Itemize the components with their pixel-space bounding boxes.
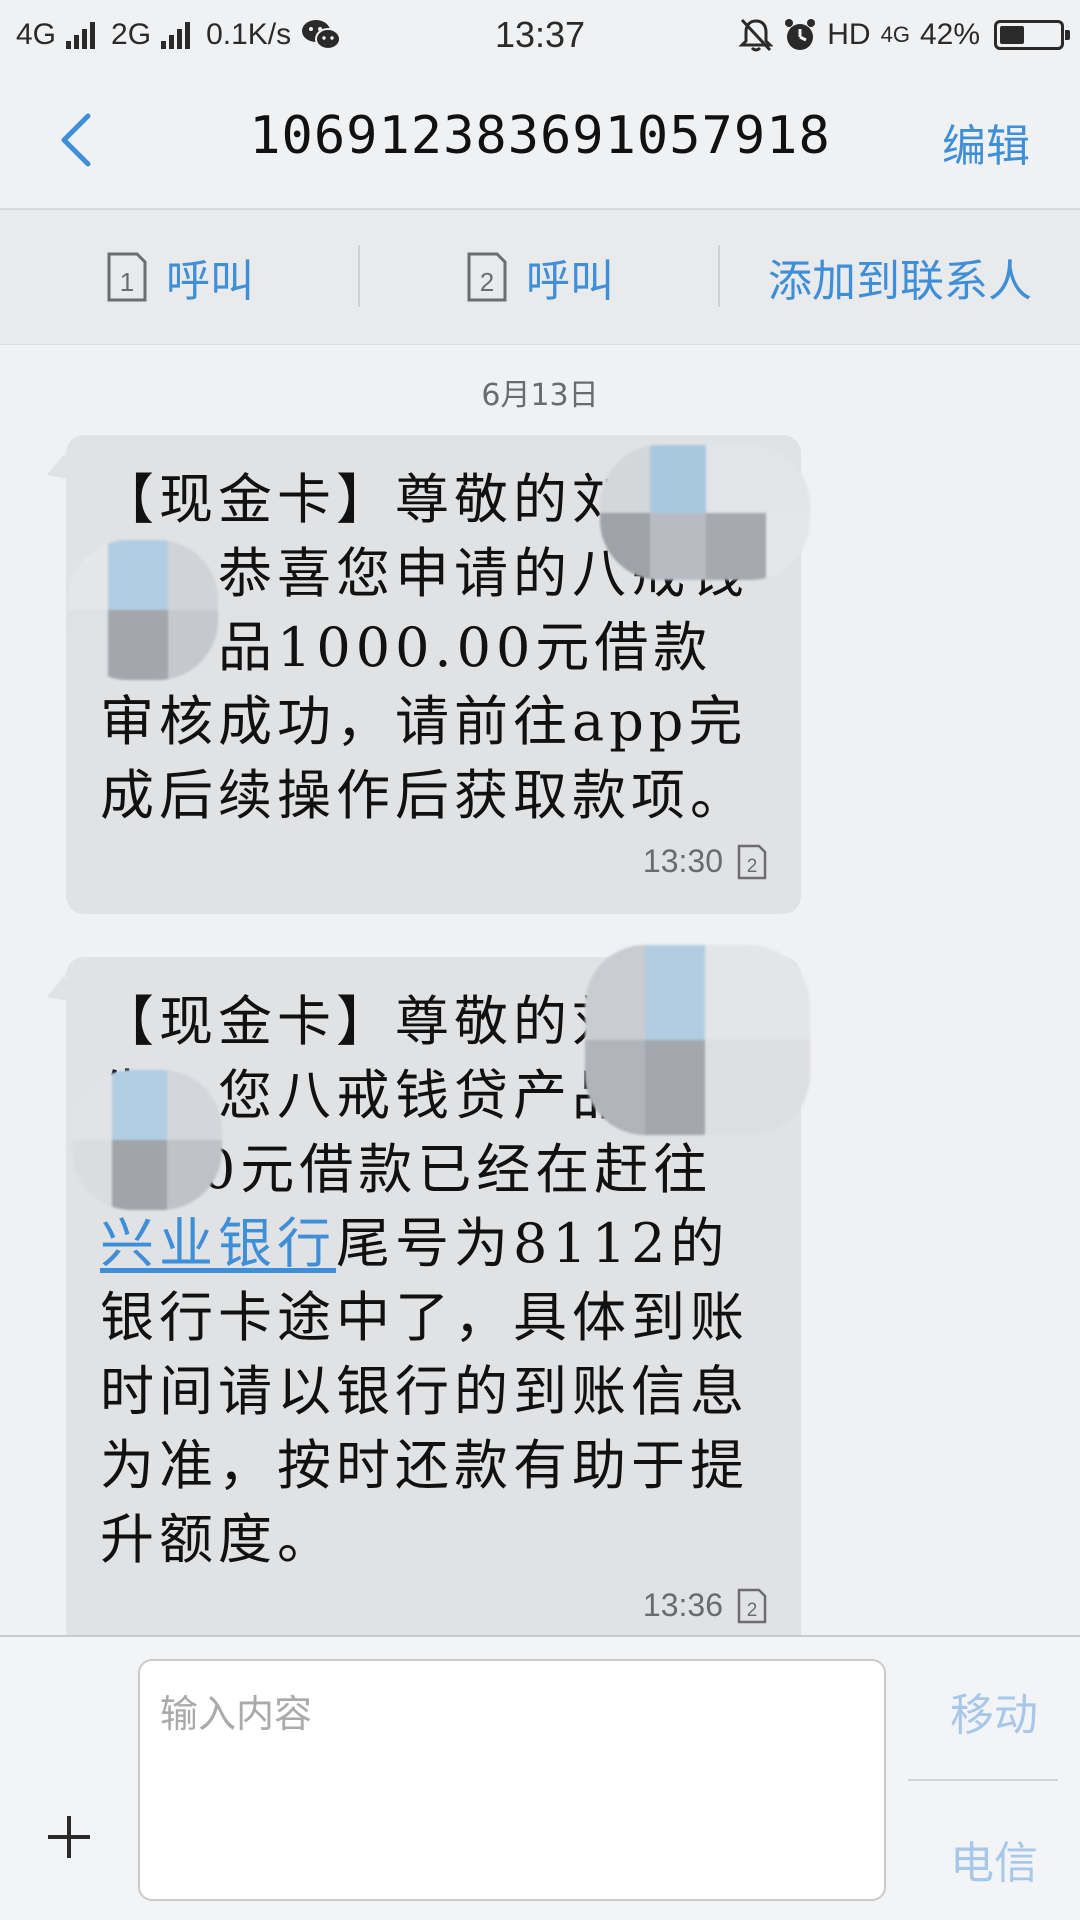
date-separator: 6月13日 — [481, 378, 599, 413]
privacy-mosaic — [600, 445, 810, 580]
add-attachment-icon[interactable] — [44, 1812, 94, 1862]
privacy-mosaic — [585, 945, 810, 1135]
contact-number-title: 106912383691057918 — [249, 106, 831, 166]
send-sim1-button[interactable]: 移动 — [908, 1679, 1080, 1743]
battery-percent: 42% — [919, 18, 980, 51]
status-bar: 4G 2G 0.1K/s 13:37 HD 4G 42% — [0, 0, 1080, 70]
sms-conversation-screen: 4G 2G 0.1K/s 13:37 HD 4G 42% 10691238369… — [0, 0, 1080, 1920]
send-buttons: 移动 电信 — [908, 1637, 1080, 1920]
svg-text:1: 1 — [120, 267, 134, 297]
message-composer: 输入内容 移动 电信 — [0, 1635, 1080, 1920]
svg-text:2: 2 — [747, 1600, 758, 1621]
status-right: HD 4G 42% — [739, 17, 1070, 53]
sim-card-1-icon: 1 — [107, 252, 147, 302]
privacy-mosaic — [72, 1070, 222, 1210]
battery-icon — [994, 20, 1070, 50]
sim-card-2-icon: 2 — [737, 844, 767, 879]
sim-card-2-icon: 2 — [737, 1588, 767, 1623]
network-type-1: 4G — [16, 18, 57, 51]
signal-icon — [161, 21, 191, 49]
network-type-right: 4G — [880, 22, 910, 47]
contact-actions-bar: 1 呼叫 2 呼叫 添加到联系人 — [0, 210, 1080, 345]
call-sim1-button[interactable]: 1 呼叫 — [0, 210, 360, 344]
add-to-contacts-label: 添加到联系人 — [768, 256, 1032, 307]
battery-level — [1000, 26, 1024, 44]
network-type-2: 2G — [111, 18, 152, 51]
bank-link[interactable]: 兴业银行 — [100, 1212, 336, 1275]
status-left: 4G 2G 0.1K/s — [16, 18, 342, 52]
edit-button[interactable]: 编辑 — [942, 110, 1030, 174]
svg-text:2: 2 — [747, 856, 758, 877]
call-sim2-button[interactable]: 2 呼叫 — [360, 210, 720, 344]
call-sim2-label: 呼叫 — [526, 256, 614, 307]
svg-text:2: 2 — [480, 267, 494, 297]
signal-icon — [66, 21, 96, 49]
message-time: 13:36 — [642, 1587, 723, 1623]
message-time: 13:30 — [642, 843, 723, 879]
message-meta: 13:30 2 — [100, 843, 767, 880]
message-meta: 13:36 2 — [100, 1587, 767, 1624]
call-sim1-label: 呼叫 — [166, 256, 254, 307]
privacy-mosaic — [68, 540, 218, 680]
send-divider — [908, 1779, 1058, 1781]
network-speed: 0.1K/s — [206, 18, 292, 51]
message-input[interactable]: 输入内容 — [138, 1659, 886, 1901]
add-to-contacts-button[interactable]: 添加到联系人 — [720, 210, 1080, 344]
sim-card-2-icon: 2 — [467, 252, 507, 302]
wechat-icon — [302, 20, 342, 50]
message-list[interactable]: 6月13日 【现金卡】尊敬的刘 先生，恭喜您申请的八戒钱贷产品1000.00元借… — [0, 345, 1080, 1635]
conversation-header: 106912383691057918 编辑 — [0, 70, 1080, 210]
mute-bell-icon — [739, 18, 774, 52]
hd-indicator: HD — [827, 18, 871, 51]
send-sim2-button[interactable]: 电信 — [908, 1827, 1080, 1891]
alarm-icon — [785, 19, 816, 50]
